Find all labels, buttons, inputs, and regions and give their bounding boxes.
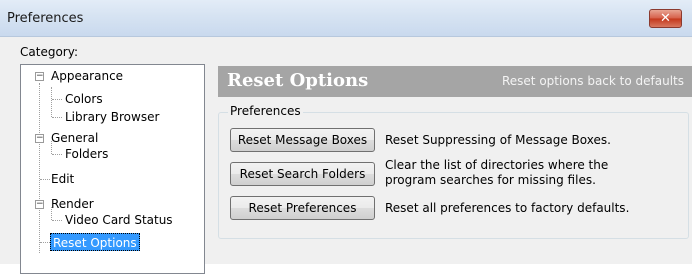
category-label: Category: xyxy=(20,45,78,59)
panel-header: Reset Options Reset options back to defa… xyxy=(218,66,692,97)
reset-options-panel: Reset Options Reset options back to defa… xyxy=(218,66,692,264)
tree-connector xyxy=(52,117,62,118)
reset-preferences-description: Reset all preferences to factory default… xyxy=(385,201,630,215)
tree-connector xyxy=(40,179,50,180)
collapse-render-icon[interactable]: − xyxy=(35,200,44,209)
preferences-window: Preferences ✕ Category: − Appearance Col… xyxy=(0,0,692,274)
collapse-general-icon[interactable]: − xyxy=(35,134,44,143)
tree-connector xyxy=(52,154,62,155)
page-title: Reset Options xyxy=(227,70,369,91)
page-subtitle: Reset options back to defaults xyxy=(501,74,684,88)
tree-connector xyxy=(52,99,62,100)
group-label: Preferences xyxy=(228,104,303,118)
tree-connector xyxy=(40,242,50,243)
tree-item-video-card-status[interactable]: Video Card Status xyxy=(65,211,173,229)
window-title: Preferences xyxy=(7,11,84,26)
tree-connector xyxy=(52,220,62,221)
reset-search-folders-description-line2: program searches for missing files. xyxy=(385,173,596,187)
tree-item-appearance[interactable]: Appearance xyxy=(51,67,123,85)
close-icon: ✕ xyxy=(660,11,671,26)
category-tree[interactable]: − Appearance Colors Library Browser − Ge… xyxy=(20,64,205,274)
collapse-appearance-icon[interactable]: − xyxy=(35,72,44,81)
tree-item-folders[interactable]: Folders xyxy=(65,145,108,163)
reset-search-folders-description-line1: Clear the list of directories where the xyxy=(385,158,609,172)
reset-message-boxes-button[interactable]: Reset Message Boxes xyxy=(230,128,375,152)
title-bar[interactable]: Preferences ✕ xyxy=(0,0,692,37)
reset-message-boxes-description: Reset Suppressing of Message Boxes. xyxy=(385,133,611,147)
tree-item-colors[interactable]: Colors xyxy=(65,90,103,108)
reset-search-folders-button[interactable]: Reset Search Folders xyxy=(230,162,375,186)
reset-preferences-button[interactable]: Reset Preferences xyxy=(230,196,375,220)
tree-branch-line-appearance xyxy=(51,87,52,117)
tree-root-line xyxy=(39,83,40,253)
close-button[interactable]: ✕ xyxy=(649,9,682,28)
tree-item-edit[interactable]: Edit xyxy=(51,170,74,188)
tree-item-reset-options[interactable]: Reset Options xyxy=(50,233,140,251)
tree-item-library-browser[interactable]: Library Browser xyxy=(65,108,159,126)
